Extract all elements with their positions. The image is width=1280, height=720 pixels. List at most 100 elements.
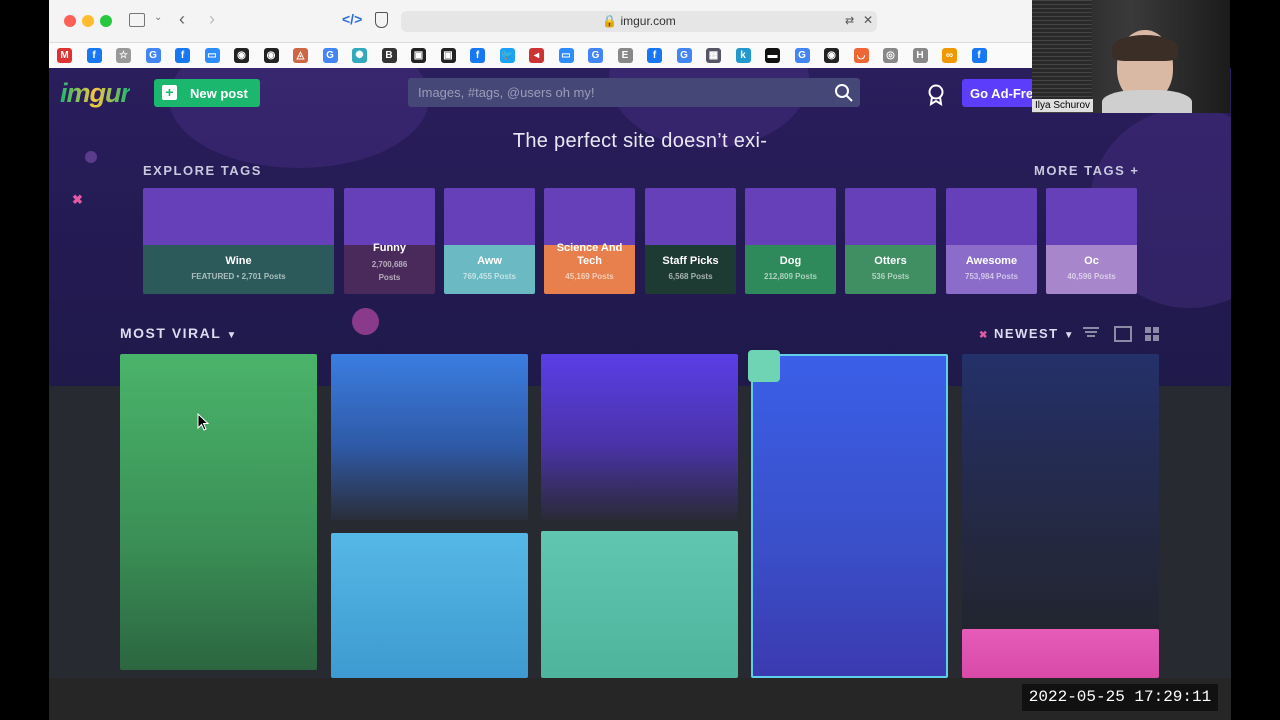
post-card[interactable] — [541, 531, 738, 678]
newest-dropdown[interactable]: ✖ NEWEST ▼ — [979, 326, 1075, 341]
bookmark-icon[interactable]: ◉ — [824, 48, 839, 63]
filter-icon[interactable] — [1083, 326, 1099, 340]
recording-timestamp: 2022-05-25 17:29:11 — [1022, 684, 1218, 711]
tag-name: Otters — [874, 255, 907, 267]
post-card[interactable] — [962, 629, 1159, 678]
go-adfree-button[interactable]: Go Ad-Free — [962, 79, 1042, 107]
imgur-logo[interactable]: imgur — [60, 78, 131, 109]
tag-card-wine[interactable]: Wine FEATURED • 2,701 Posts — [143, 188, 334, 294]
bookmark-icon[interactable]: f — [470, 48, 485, 63]
address-bar[interactable]: 🔒 imgur.com ⇄ ✕ — [401, 11, 877, 32]
tag-image — [745, 188, 836, 245]
mouse-cursor-icon — [197, 413, 209, 431]
post-card[interactable] — [120, 354, 317, 670]
shield-icon[interactable] — [375, 12, 388, 28]
tag-card-aww[interactable]: Aww 769,455 Posts — [444, 188, 535, 294]
tag-count: 40,596 Posts — [1067, 272, 1116, 281]
hero-tagline: The perfect site doesn’t exi- — [512, 130, 768, 152]
bookmark-icon[interactable]: G — [588, 48, 603, 63]
new-post-button[interactable]: + New post — [154, 79, 260, 107]
forward-button[interactable]: › — [209, 9, 215, 30]
chevron-down-icon[interactable]: ⌄ — [154, 12, 162, 23]
tag-footer: Science And Tech 45,169 Posts — [544, 242, 635, 294]
bookmark-icon[interactable]: ▬ — [765, 48, 780, 63]
bookmark-icon[interactable]: M — [57, 48, 72, 63]
camera-name-label: Ilya Schurov — [1032, 99, 1094, 112]
post-card[interactable] — [331, 354, 528, 520]
post-card[interactable] — [331, 533, 528, 678]
most-viral-dropdown[interactable]: MOST VIRAL ▼ — [120, 325, 238, 341]
bookmark-icon[interactable]: f — [86, 48, 102, 63]
close-icon[interactable]: ✕ — [863, 13, 873, 27]
tag-card-science-and-tech[interactable]: Science And Tech 45,169 Posts — [544, 188, 635, 294]
bookmark-icon[interactable]: 🐦 — [499, 48, 515, 63]
sort-label: MOST VIRAL — [120, 325, 222, 341]
bookmark-icon[interactable]: G — [322, 48, 338, 63]
bookmark-icon[interactable]: ◎ — [883, 48, 898, 63]
tag-card-staff-picks[interactable]: Staff Picks 6,568 Posts — [645, 188, 736, 294]
back-button[interactable]: ‹ — [179, 9, 185, 30]
bookmark-icon[interactable]: ▣ — [440, 48, 456, 63]
layout-grid-icon[interactable] — [1145, 327, 1159, 341]
search-input[interactable] — [416, 84, 820, 101]
bookmark-icon[interactable]: ▦ — [706, 48, 721, 63]
bookmark-icon[interactable]: H — [912, 48, 928, 63]
tag-image — [645, 188, 736, 245]
bookmark-icon[interactable]: ◬ — [293, 48, 308, 63]
bookmark-icon[interactable]: f — [647, 48, 662, 63]
tag-count: 769,455 Posts — [463, 272, 516, 281]
tag-card-oc[interactable]: Oc 40,596 Posts — [1046, 188, 1137, 294]
bookmark-icon[interactable]: G — [145, 48, 161, 63]
bookmark-icon[interactable]: G — [676, 48, 692, 63]
bookmark-icon[interactable]: G — [794, 48, 810, 63]
bookmark-icon[interactable]: ◉ — [234, 48, 249, 63]
new-post-label: New post — [190, 86, 248, 101]
trophy-icon[interactable] — [927, 84, 945, 106]
more-tags-link[interactable]: MORE TAGS + — [1034, 163, 1139, 178]
tag-footer: Awesome 753,984 Posts — [946, 245, 1037, 294]
tag-name-line2: Tech — [577, 255, 602, 267]
close-window-button[interactable] — [64, 15, 76, 27]
bookmark-icon[interactable]: ◡ — [853, 48, 869, 63]
tag-card-awesome[interactable]: Awesome 753,984 Posts — [946, 188, 1037, 294]
tag-card-otters[interactable]: Otters 536 Posts — [845, 188, 936, 294]
order-label: NEWEST — [994, 326, 1059, 341]
minimize-window-button[interactable] — [82, 15, 94, 27]
search-icon[interactable] — [834, 83, 854, 103]
post-card[interactable] — [962, 354, 1159, 634]
bookmark-icon[interactable]: ✺ — [352, 48, 367, 63]
tag-name: Staff Picks — [662, 255, 719, 267]
bookmark-icon[interactable]: f — [971, 48, 987, 63]
bookmark-icon[interactable]: ◉ — [263, 48, 279, 63]
maximize-window-button[interactable] — [100, 15, 112, 27]
bookmark-icon[interactable]: ▣ — [411, 48, 426, 63]
bookmark-icon[interactable]: ▭ — [204, 48, 220, 63]
tag-footer: Oc 40,596 Posts — [1046, 245, 1137, 294]
tag-image — [544, 188, 635, 245]
bookmark-icon[interactable]: ☆ — [116, 48, 131, 63]
bookmark-icon[interactable]: ∞ — [942, 48, 957, 63]
post-card-selected[interactable] — [751, 354, 948, 678]
bookmark-icon[interactable]: ▭ — [558, 48, 574, 63]
translate-icon[interactable]: ⇄ — [845, 14, 854, 27]
bookmark-icon[interactable]: B — [381, 48, 397, 63]
logo-text: imgur — [60, 78, 131, 108]
explore-tags-heading: EXPLORE TAGS — [143, 163, 262, 178]
browser-toolbar: ⌄ ‹ › </> 🔒 imgur.com ⇄ ✕ — [49, 0, 1032, 42]
terminal-text-background — [1032, 0, 1092, 113]
code-icon[interactable]: </> — [342, 11, 362, 27]
bookmark-icon[interactable]: E — [617, 48, 633, 63]
caret-down-icon: ▼ — [226, 330, 238, 341]
search-bar[interactable] — [408, 78, 860, 107]
tag-image — [1046, 188, 1137, 245]
layout-wide-icon[interactable] — [1114, 326, 1132, 342]
sidebar-toggle-icon[interactable] — [129, 13, 145, 27]
post-card[interactable] — [541, 354, 738, 520]
tag-card-funny[interactable]: Funny 2,700,686 Posts — [344, 188, 435, 294]
tag-name: Aww — [477, 255, 502, 267]
bookmark-icon[interactable]: f — [175, 48, 190, 63]
tag-card-dog[interactable]: Dog 212,809 Posts — [745, 188, 836, 294]
bookmark-icon[interactable]: k — [735, 48, 751, 63]
tag-name: Dog — [779, 255, 802, 267]
bookmark-icon[interactable]: ◂ — [529, 48, 544, 63]
